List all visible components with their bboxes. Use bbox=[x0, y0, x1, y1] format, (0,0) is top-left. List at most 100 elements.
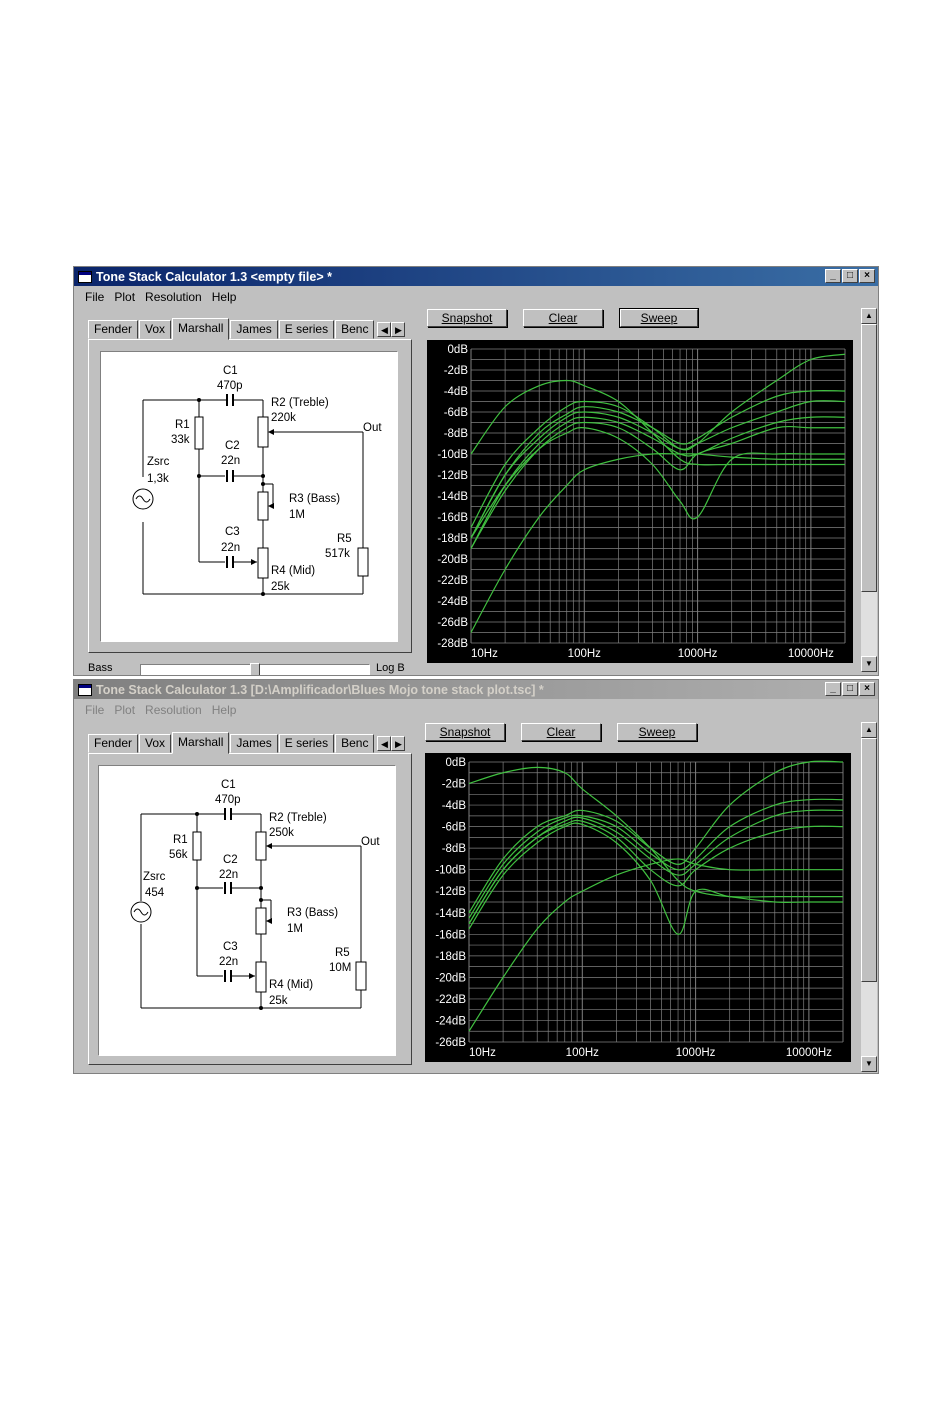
title-bar[interactable]: Tone Stack Calculator 1.3 [D:\Amplificad… bbox=[74, 680, 878, 699]
vertical-scrollbar[interactable]: ▲ ▼ bbox=[861, 308, 877, 672]
tab-scroll-right-icon[interactable]: ▶ bbox=[391, 735, 406, 751]
tab-fender[interactable]: Fender bbox=[88, 734, 139, 753]
zsrc-value: 1,3k bbox=[147, 473, 169, 485]
y-tick-label: -18dB bbox=[435, 951, 466, 963]
menu-resolution[interactable]: Resolution bbox=[140, 701, 207, 719]
menu-plot[interactable]: Plot bbox=[109, 288, 140, 306]
y-tick-label: 0dB bbox=[446, 757, 467, 769]
tab-james[interactable]: James bbox=[230, 320, 278, 339]
bass-slider[interactable] bbox=[140, 663, 370, 675]
plot-svg: 0dB -2dB -4dB -6dB -8dB -10dB -12dB -14dB -16dB -… bbox=[437, 344, 846, 660]
tab-vox[interactable]: Vox bbox=[139, 734, 172, 753]
scroll-thumb[interactable] bbox=[861, 324, 877, 592]
tab-bench[interactable]: Benc bbox=[335, 734, 375, 753]
tab-scroll-left-icon[interactable]: ◀ bbox=[377, 735, 392, 751]
y-tick-label: -8dB bbox=[442, 843, 467, 855]
maximize-button[interactable]: □ bbox=[842, 269, 858, 283]
maximize-button[interactable]: □ bbox=[842, 682, 858, 696]
response-curve bbox=[470, 426, 845, 539]
r4-value: 25k bbox=[271, 581, 290, 593]
sweep-button[interactable]: Sweep bbox=[619, 308, 699, 328]
out-label: Out bbox=[361, 836, 380, 848]
minimize-button[interactable]: _ bbox=[825, 682, 841, 696]
r5-value: 517k bbox=[325, 548, 350, 560]
window-title: Tone Stack Calculator 1.3 [D:\Amplificad… bbox=[96, 682, 544, 697]
scroll-thumb[interactable] bbox=[861, 738, 877, 982]
y-tick-label: -4dB bbox=[444, 386, 469, 398]
menu-bar: File Plot Resolution Help bbox=[74, 701, 241, 719]
menu-resolution[interactable]: Resolution bbox=[140, 288, 207, 306]
slider-right-label: Log B bbox=[376, 662, 405, 674]
c1-value: 470p bbox=[215, 794, 241, 806]
y-tick-label: -12dB bbox=[437, 470, 468, 482]
r2-value: 250k bbox=[269, 827, 294, 839]
scroll-up-icon[interactable]: ▲ bbox=[861, 308, 877, 324]
menu-file[interactable]: File bbox=[80, 288, 109, 306]
scroll-down-icon[interactable]: ▼ bbox=[861, 656, 877, 672]
tab-fender[interactable]: Fender bbox=[88, 320, 139, 339]
c2-label: C2 bbox=[223, 854, 238, 866]
app-icon[interactable] bbox=[78, 683, 92, 696]
r1-value: 33k bbox=[171, 434, 190, 446]
c3-value: 22n bbox=[219, 956, 238, 968]
close-button[interactable]: × bbox=[859, 269, 875, 283]
c1-value: 470p bbox=[217, 380, 243, 392]
tab-scroll-right-icon[interactable]: ▶ bbox=[391, 321, 406, 337]
y-tick-label: -6dB bbox=[444, 407, 469, 419]
r2-label: R2 (Treble) bbox=[271, 397, 329, 409]
app-window-top: Tone Stack Calculator 1.3 <empty file> *… bbox=[73, 266, 879, 676]
clear-button[interactable]: Clear bbox=[523, 309, 603, 327]
clear-button[interactable]: Clear bbox=[521, 723, 601, 741]
tab-e-series[interactable]: E series bbox=[278, 734, 335, 753]
app-icon[interactable] bbox=[78, 270, 92, 283]
tab-marshall[interactable]: Marshall bbox=[172, 318, 230, 340]
response-curve bbox=[468, 822, 843, 935]
y-tick-label: -10dB bbox=[437, 449, 468, 461]
y-tick-label: -20dB bbox=[435, 972, 466, 984]
y-tick-label: -6dB bbox=[442, 822, 467, 834]
vertical-scrollbar[interactable]: ▲ ▼ bbox=[861, 722, 877, 1072]
tab-marshall[interactable]: Marshall bbox=[172, 732, 230, 754]
tone-stack-tabs: Fender Vox Marshall James E series Benc … bbox=[88, 732, 406, 754]
tone-stack-tabs: Fender Vox Marshall James E series Benc … bbox=[88, 318, 406, 340]
minimize-button[interactable]: _ bbox=[825, 269, 841, 283]
close-button[interactable]: × bbox=[859, 682, 875, 696]
sweep-button[interactable]: Sweep bbox=[617, 723, 697, 741]
c1-label: C1 bbox=[223, 365, 238, 377]
r4-label: R4 (Mid) bbox=[271, 565, 315, 577]
zsrc-value: 454 bbox=[145, 887, 165, 899]
schematic: C1 470p R2 (Treble) 220k R1 33k C2 22n Z… bbox=[100, 351, 398, 642]
snapshot-button[interactable]: Snapshot bbox=[425, 723, 505, 741]
y-tick-label: 0dB bbox=[448, 344, 469, 356]
r5-value: 10M bbox=[329, 962, 351, 974]
tab-vox[interactable]: Vox bbox=[139, 320, 172, 339]
y-tick-label: -12dB bbox=[435, 886, 466, 898]
menu-plot[interactable]: Plot bbox=[109, 701, 140, 719]
response-curve bbox=[470, 400, 846, 539]
c2-value: 22n bbox=[219, 869, 238, 881]
menu-file[interactable]: File bbox=[80, 701, 109, 719]
c3-label: C3 bbox=[225, 526, 240, 538]
scroll-up-icon[interactable]: ▲ bbox=[861, 722, 877, 738]
y-tick-label: -2dB bbox=[442, 779, 467, 791]
y-tick-label: -4dB bbox=[442, 800, 467, 812]
title-bar[interactable]: Tone Stack Calculator 1.3 <empty file> *… bbox=[74, 267, 878, 286]
r5-label: R5 bbox=[337, 533, 352, 545]
bass-slider-knob[interactable] bbox=[250, 663, 260, 675]
y-tick-label: -14dB bbox=[435, 908, 466, 920]
scroll-down-icon[interactable]: ▼ bbox=[861, 1056, 877, 1072]
tab-bench[interactable]: Benc bbox=[335, 320, 375, 339]
tab-scroll-left-icon[interactable]: ◀ bbox=[377, 321, 392, 337]
menu-help[interactable]: Help bbox=[207, 701, 242, 719]
x-tick-label: 10Hz bbox=[471, 648, 498, 660]
x-tick-label: 10000Hz bbox=[786, 1047, 832, 1059]
y-tick-label: -24dB bbox=[437, 596, 468, 608]
zsrc-label: Zsrc bbox=[147, 456, 170, 468]
out-label: Out bbox=[363, 422, 382, 434]
x-tick-label: 1000Hz bbox=[676, 1047, 716, 1059]
menu-help[interactable]: Help bbox=[207, 288, 242, 306]
frequency-response-plot: 0dB -2dB -4dB -6dB -8dB -10dB -12dB -14dB -16dB -… bbox=[425, 753, 851, 1062]
tab-e-series[interactable]: E series bbox=[278, 320, 335, 339]
snapshot-button[interactable]: Snapshot bbox=[427, 309, 507, 327]
tab-james[interactable]: James bbox=[230, 734, 278, 753]
